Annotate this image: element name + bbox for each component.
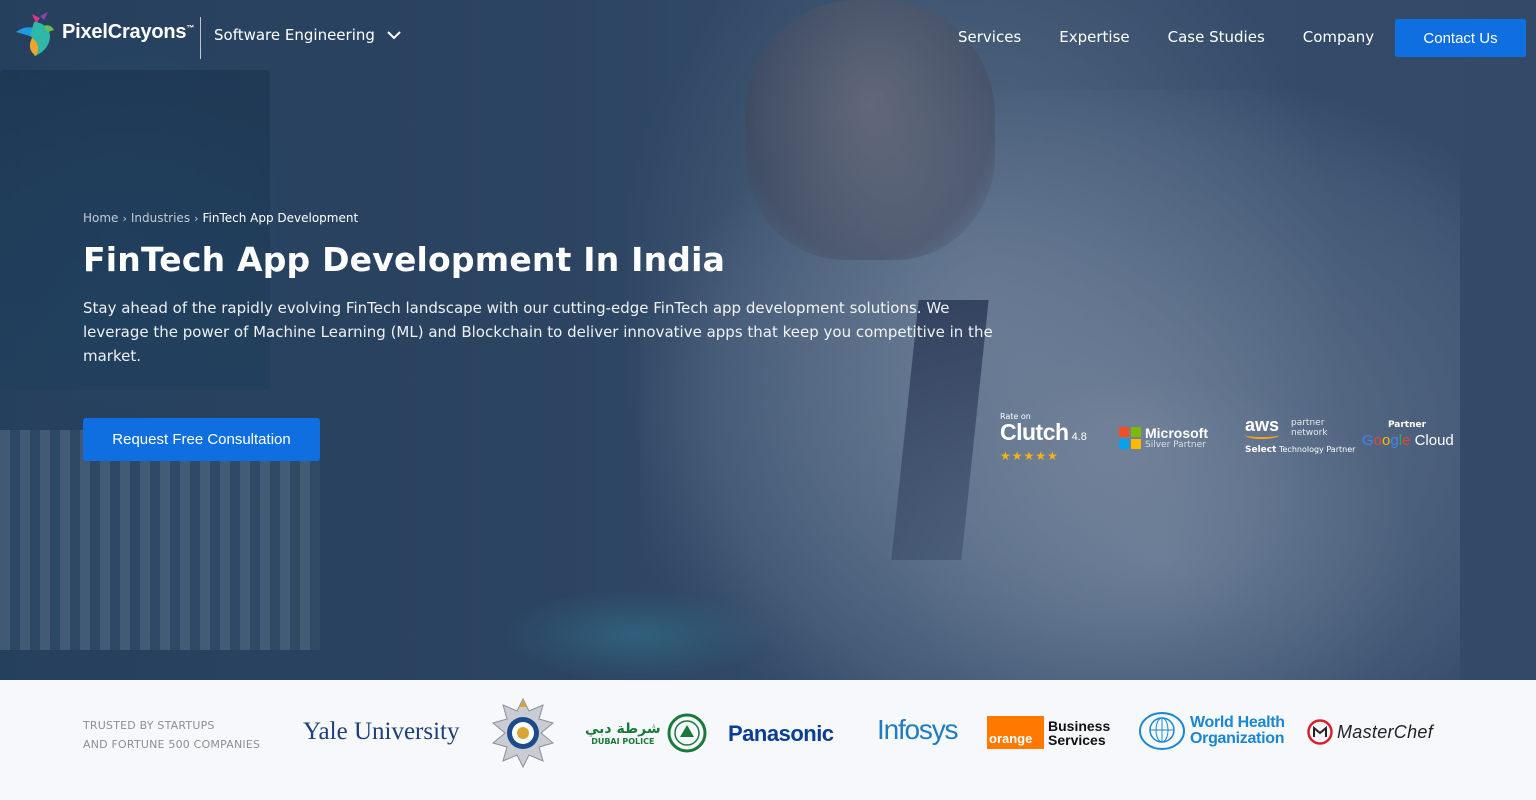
masterchef-logo: MasterChef bbox=[1307, 719, 1433, 745]
dubai-police-english: DUBAI POLICE bbox=[591, 736, 655, 746]
microsoft-partner-badge[interactable]: Microsoft Silver Partner bbox=[1119, 426, 1208, 450]
software-engineering-dropdown[interactable]: Software Engineering bbox=[214, 26, 401, 44]
aws-partner-badge[interactable]: aws partner network Select Technology Pa… bbox=[1245, 416, 1355, 455]
nav-case-studies[interactable]: Case Studies bbox=[1168, 28, 1265, 46]
nav-services[interactable]: Services bbox=[958, 28, 1021, 46]
dropdown-label: Software Engineering bbox=[214, 26, 375, 44]
page-description: Stay ahead of the rapidly evolving FinTe… bbox=[83, 299, 993, 365]
breadcrumb-separator-icon: › bbox=[122, 211, 127, 225]
aws-network-label: partner network bbox=[1291, 418, 1328, 438]
police-star-emblem-icon bbox=[491, 697, 555, 769]
breadcrumb-home[interactable]: Home bbox=[83, 211, 118, 225]
breadcrumb: Home › Industries › FinTech App Developm… bbox=[83, 211, 358, 225]
chevron-down-icon bbox=[387, 30, 401, 39]
request-consultation-button[interactable]: Request Free Consultation bbox=[83, 418, 320, 461]
logo[interactable]: PixelCrayons™ bbox=[10, 8, 194, 60]
page-title: FinTech App Development In India bbox=[83, 240, 726, 279]
microsoft-logo-icon bbox=[1119, 427, 1141, 449]
orange-business-logo: orange Business Services bbox=[987, 716, 1111, 749]
aws-logo: aws bbox=[1245, 415, 1280, 435]
breadcrumb-separator-icon: › bbox=[194, 211, 199, 225]
breadcrumb-industries[interactable]: Industries bbox=[131, 211, 190, 225]
trusted-by-section: TRUSTED BY STARTUPS AND FORTUNE 500 COMP… bbox=[0, 680, 1536, 800]
star-rating-icon: ★★★★★ bbox=[1000, 449, 1059, 463]
logo-text: PixelCrayons™ bbox=[62, 20, 195, 43]
clutch-score: 4.8 bbox=[1071, 431, 1087, 443]
masterchef-m-icon bbox=[1307, 719, 1333, 745]
google-partner-label: Partner bbox=[1387, 420, 1427, 430]
nav-links: Services Expertise Case Studies Company bbox=[942, 28, 1412, 46]
aws-tier: Select Technology Partner bbox=[1245, 445, 1356, 455]
contact-us-button[interactable]: Contact Us bbox=[1395, 19, 1526, 57]
top-navigation: PixelCrayons™ Software Engineering Servi… bbox=[0, 0, 1536, 78]
panasonic-logo: Panasonic bbox=[728, 721, 834, 746]
microsoft-name: Microsoft bbox=[1145, 425, 1208, 441]
google-cloud-logo: Google Cloud bbox=[1362, 432, 1454, 449]
dubai-police-logo: شرطة دبي DUBAI POLICE bbox=[585, 713, 707, 753]
clutch-logo: Clutch 4.8 bbox=[1000, 419, 1087, 445]
infosys-logo: Infosys bbox=[877, 714, 959, 745]
dubai-police-emblem-icon bbox=[667, 713, 707, 753]
breadcrumb-current: FinTech App Development bbox=[202, 211, 359, 225]
nav-expertise[interactable]: Expertise bbox=[1059, 28, 1129, 46]
yale-logo: Yale University bbox=[303, 718, 460, 745]
kuwait-police-logo bbox=[489, 697, 557, 769]
hero-section: PixelCrayons™ Software Engineering Servi… bbox=[0, 0, 1536, 680]
clutch-badge[interactable]: Rate on Clutch 4.8 ★★★★★ bbox=[1000, 412, 1087, 463]
google-cloud-badge[interactable]: Partner Google Cloud bbox=[1362, 420, 1454, 449]
globe-laurel-icon bbox=[1139, 712, 1185, 750]
nav-company[interactable]: Company bbox=[1303, 28, 1374, 46]
microsoft-sub: Silver Partner bbox=[1145, 440, 1206, 450]
orange-box: orange bbox=[987, 716, 1044, 749]
hummingbird-logo-icon bbox=[16, 12, 54, 56]
nav-divider bbox=[200, 17, 201, 59]
masterchef-text: MasterChef bbox=[1337, 721, 1434, 742]
trusted-by-label: TRUSTED BY STARTUPS AND FORTUNE 500 COMP… bbox=[83, 719, 261, 751]
dubai-police-arabic: شرطة دبي bbox=[585, 720, 661, 737]
who-logo: World Health Organization bbox=[1138, 711, 1285, 751]
